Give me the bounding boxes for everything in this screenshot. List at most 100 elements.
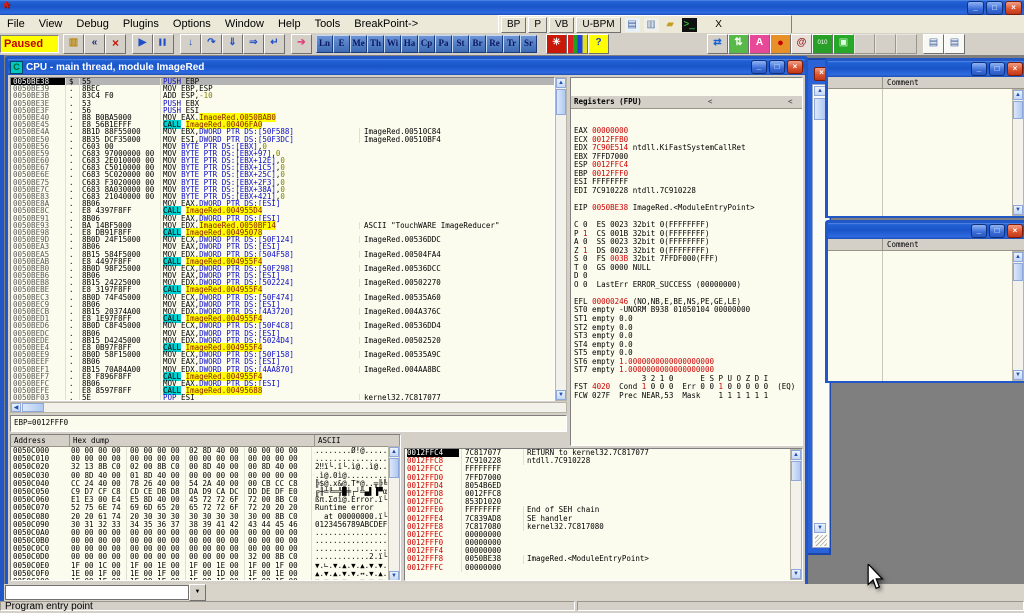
animate-over-button[interactable]: ⇒	[243, 34, 264, 54]
stack-row[interactable]: 0012FFFC00000000	[405, 564, 802, 572]
cpu-window-button[interactable]: Cp	[418, 35, 435, 53]
registers-next-icon[interactable]: <	[788, 96, 802, 108]
register-line[interactable]: EIP 0050BE38 ImageRed.<ModuleEntryPoint>	[571, 204, 802, 213]
plugin-button-vb[interactable]: VB	[549, 17, 574, 33]
cpu-window-titlebar[interactable]: C CPU - main thread, module ImageRed _ □…	[8, 59, 805, 75]
close-icon[interactable]: ×	[787, 60, 803, 74]
log-window-button[interactable]: Ln	[316, 35, 333, 53]
close-icon[interactable]: ×	[1007, 62, 1023, 76]
menu-item-help[interactable]: Help	[271, 16, 308, 32]
restore-button[interactable]: □	[986, 1, 1003, 15]
vertical-scrollbar[interactable]: ▲ ▼	[1012, 89, 1024, 216]
disassembly-pane[interactable]: 0050BE38$55PUSH EBP0050BE39.8BECMOV EBP,…	[10, 77, 555, 401]
menu-item-breakpoint[interactable]: BreakPoint->	[347, 16, 425, 32]
comment-window-2-titlebar[interactable]: _ □ ×	[828, 223, 1024, 239]
run-button[interactable]: ▶	[132, 34, 153, 54]
dump-row[interactable]: 0050C1001F 00 1F 001F 00 1F 001E 00 1F 0…	[11, 578, 400, 581]
menu-item-plugins[interactable]: Plugins	[116, 16, 166, 32]
close-icon[interactable]: ×	[1007, 224, 1023, 238]
notepad-icon[interactable]: ▤	[625, 18, 640, 32]
resize-grip[interactable]	[815, 535, 827, 546]
register-line[interactable]: O 0 LastErr ERROR_SUCCESS (00000000)	[571, 281, 802, 290]
plugin-button-bp[interactable]: BP	[501, 17, 526, 33]
plugin-button-u-bpm[interactable]: U-BPM	[576, 17, 620, 33]
close-process-button[interactable]: ×	[105, 34, 126, 54]
dump-pane[interactable]: Address Hex dump ASCII 0050C00000 00 00 …	[10, 434, 401, 581]
run-trace-button[interactable]: Tr	[503, 35, 520, 53]
menu-item-options[interactable]: Options	[166, 16, 218, 32]
menu-item-view[interactable]: View	[32, 16, 70, 32]
menu-item-tools[interactable]: Tools	[308, 16, 348, 32]
disasm-row[interactable]: 0050BE3B.83C4 F0ADD ESP,-10	[11, 92, 554, 99]
combo-dropdown-icon[interactable]: ▼	[189, 584, 206, 601]
disassembly-vscrollbar[interactable]: ▲ ▼	[555, 77, 567, 401]
step-into-button[interactable]: ↓	[180, 34, 201, 54]
comment-window-1-titlebar[interactable]: _ □ ×	[828, 61, 1024, 77]
patches-button[interactable]: Pa	[435, 35, 452, 53]
minimize-button[interactable]: _	[971, 224, 987, 238]
open-file-button[interactable]: ▥	[63, 34, 84, 54]
pause-button[interactable]: ▌▌	[153, 34, 174, 54]
step-over-button[interactable]: ↷	[201, 34, 222, 54]
scroll-down-icon[interactable]: ▼	[814, 523, 826, 533]
record-icon[interactable]: ●	[770, 34, 791, 54]
execute-till-return-button[interactable]: ↵	[264, 34, 285, 54]
debug-options-button[interactable]: ✳	[546, 34, 567, 54]
minimize-button[interactable]: _	[971, 62, 987, 76]
help-button[interactable]: ?	[588, 34, 609, 54]
maximize-button[interactable]: □	[989, 224, 1005, 238]
call-stack-button[interactable]: St	[452, 35, 469, 53]
stack-pane[interactable]: 0012FFC47C817077RETURN to kernel32.7C817…	[404, 448, 803, 581]
updown-icon[interactable]: ⇅	[728, 34, 749, 54]
breakpoints-button[interactable]: Br	[469, 35, 486, 53]
disasm-row[interactable]: 0050BE3E.53PUSH EBX	[11, 100, 554, 107]
handles-button[interactable]: Ha	[401, 35, 418, 53]
bits-icon[interactable]: 010	[812, 34, 833, 54]
console-icon[interactable]: >_	[682, 18, 697, 32]
cpu-window-content: 0050BE38$55PUSH EBP0050BE39.8BECMOV EBP,…	[8, 75, 805, 581]
register-line[interactable]: T 0 GS 0000 NULL	[571, 264, 802, 273]
minimize-button[interactable]: _	[751, 60, 767, 74]
vertical-scrollbar[interactable]: ▲ ▼	[1012, 251, 1024, 381]
animate-into-button[interactable]: ⇓	[222, 34, 243, 54]
plugin-close-button[interactable]: X	[711, 19, 727, 30]
source-button[interactable]: Sr	[520, 35, 537, 53]
close-button[interactable]: ×	[1005, 1, 1022, 15]
plugin-button-p[interactable]: P	[528, 17, 547, 33]
script-icon[interactable]: ▥	[644, 18, 659, 32]
memory-map-button[interactable]: Me	[350, 35, 367, 53]
page-icon-1[interactable]: ▤	[923, 34, 944, 54]
minimize-button[interactable]: _	[967, 1, 984, 15]
menu-item-window[interactable]: Window	[218, 16, 271, 32]
ascii-table-icon[interactable]: A	[749, 34, 770, 54]
menu-item-file[interactable]: File	[0, 16, 32, 32]
registers-pane[interactable]: Registers (FPU) < < EAX 00000000ECX 0012…	[570, 77, 803, 446]
register-line[interactable]: EDI 7C910228 ntdll.7C910228	[571, 187, 802, 196]
maximize-button[interactable]: □	[769, 60, 785, 74]
references-button[interactable]: Re	[486, 35, 503, 53]
spiral-icon[interactable]: @	[791, 34, 812, 54]
dump-vscrollbar[interactable]: ▲ ▼	[388, 446, 400, 581]
window-pane-icon[interactable]: ▣	[833, 34, 854, 54]
disassembly-hscrollbar[interactable]: ◀	[10, 402, 567, 413]
register-line[interactable]: FCW 027F Prec NEAR,53 Mask 1 1 1 1 1 1	[571, 392, 802, 401]
stack-vscrollbar[interactable]: ▲ ▼	[790, 449, 802, 580]
registers-prev-icon[interactable]: <	[708, 96, 722, 108]
threads-button[interactable]: Th	[367, 35, 384, 53]
maximize-button[interactable]: □	[989, 62, 1005, 76]
page-icon-2[interactable]: ▤	[944, 34, 965, 54]
comment-window-1-body[interactable]: ▲ ▼	[828, 89, 1024, 216]
comment-window-2-body[interactable]: ▲ ▼	[828, 251, 1024, 381]
go-to-address-button[interactable]: ➔	[291, 34, 312, 54]
executables-button[interactable]: E	[333, 35, 350, 53]
info-pane[interactable]: EBP=0012FFF0	[10, 415, 567, 432]
command-combobox[interactable]	[5, 585, 189, 600]
disasm-row[interactable]: 0050BF03.5EPOP ESIkernel32.7C817077	[11, 394, 554, 401]
windows-button[interactable]: Wi	[384, 35, 401, 53]
swap-arrows-icon[interactable]: ⇄	[707, 34, 728, 54]
disasm-row[interactable]: 0050BEFE.E8 8597F8FFCALL ImageRed.004956…	[11, 387, 554, 394]
folder-icon[interactable]: ▰	[663, 18, 678, 32]
restart-button[interactable]: «	[84, 34, 105, 54]
appearance-button[interactable]: ▉	[567, 34, 588, 54]
menu-item-debug[interactable]: Debug	[69, 16, 115, 32]
